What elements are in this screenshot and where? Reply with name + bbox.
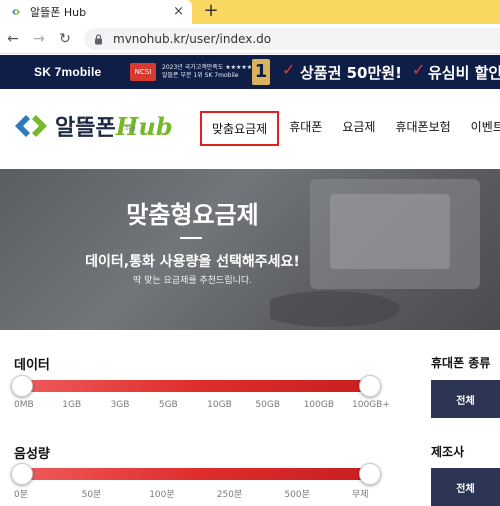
slider-tick-label: 100분	[149, 490, 175, 500]
menu-item-custom-plan[interactable]: 맞춤요금제	[200, 111, 280, 146]
back-icon[interactable]: ←	[4, 30, 22, 48]
slider-tick-label: 250분	[216, 490, 243, 500]
data-slider-max-handle[interactable]	[359, 375, 381, 397]
hero-subtitle: 데이터,통화 사용량을 선택해주세요!	[85, 254, 300, 270]
promo-small-line: 알뜰폰 부분 1위 SK 7mobile	[162, 72, 239, 79]
browser-tab-active[interactable]: 알뜰폰 Hub ×	[0, 0, 192, 24]
browser-toolbar: ← → ↻ mvnohub.kr/user/index.do	[0, 24, 500, 54]
voice-slider-max-handle[interactable]	[359, 463, 381, 485]
site-header: 알뜰폰 Hub 허브 맞춤요금제 휴대폰 요금제 휴대폰보험 이벤트	[0, 89, 500, 169]
data-slider-min-handle[interactable]	[11, 375, 33, 397]
filter-section: 데이터 0MB 1GB 3GB 5GB 10GB 50GB 100GB 100GB+ 음성량 …	[0, 330, 500, 506]
reload-icon[interactable]: ↻	[56, 30, 74, 48]
menu-item-phones[interactable]: 휴대폰	[279, 111, 332, 146]
promo-banner[interactable]: SK 7mobile NCSI 2023년 국가고객만족도 ★★★★★ 알뜰폰 …	[0, 55, 500, 89]
menu-item-events[interactable]: 이벤트	[461, 111, 500, 146]
promo-text-usim: 유심비 할인	[428, 64, 500, 82]
slider-tick-label: 50GB	[255, 400, 281, 410]
phone-type-title: 휴대폰 종류	[431, 356, 491, 370]
slider-tick-label: 5GB	[158, 400, 178, 410]
promo-small-text: 2023년 국가고객만족도 ★★★★★ 알뜰폰 부분 1위 SK 7mobile	[162, 64, 252, 80]
data-filter-title: 데이터	[14, 358, 50, 373]
slider-tick-label: 0분	[14, 490, 29, 500]
url-text: mvnohub.kr/user/index.do	[113, 32, 272, 46]
slider-tick-label: 100GB	[303, 400, 335, 410]
lock-icon	[95, 33, 102, 44]
slider-tick-label: 3GB	[110, 400, 130, 410]
slider-tick-label: 50분	[81, 490, 102, 500]
site-logo[interactable]: 알뜰폰 Hub	[13, 108, 173, 144]
slider-tick-label: 1GB	[62, 400, 82, 410]
hero-banner: 맞춤형요금제 데이터,통화 사용량을 선택해주세요! 딱 맞는 요금제를 추천드…	[0, 169, 500, 330]
slider-tick-label: 100GB+	[352, 400, 390, 410]
tab-title: 알뜰폰 Hub	[30, 6, 87, 19]
maker-title: 제조사	[431, 445, 465, 459]
logo-mark-icon	[15, 115, 47, 137]
phone-type-all-button[interactable]: 전체	[431, 380, 500, 418]
slider-tick-label: 0MB	[14, 400, 34, 410]
logo-subtext: 허브	[125, 126, 137, 133]
address-bar[interactable]: mvnohub.kr/user/index.do	[84, 28, 500, 50]
slider-tick-label: 500분	[284, 490, 310, 500]
promo-small-line: 2023년 국가고객만족도 ★★★★★	[162, 64, 253, 71]
forward-icon[interactable]: →	[30, 30, 48, 48]
logo-text: 알뜰폰	[55, 116, 116, 141]
check-icon: ✓	[412, 60, 426, 79]
site-favicon-icon	[12, 9, 20, 15]
hero-note: 딱 맞는 요금제를 추천드립니다.	[132, 276, 253, 286]
voice-slider-min-handle[interactable]	[11, 463, 33, 485]
slider-tick-label: 무제	[352, 490, 369, 500]
browser-tab-strip: 알뜰폰 Hub × +	[0, 0, 500, 24]
maker-all-button[interactable]: 전체	[431, 468, 500, 506]
hero-title: 맞춤형요금제	[126, 201, 259, 229]
promo-badge: NCSI	[130, 63, 156, 81]
data-slider-track[interactable]	[22, 380, 370, 392]
new-tab-button[interactable]: +	[200, 0, 222, 24]
check-icon: ✓	[282, 60, 296, 79]
hero-background-photo	[270, 179, 480, 327]
slider-tick-label: 10GB	[207, 400, 232, 410]
promo-text-giftcard: 상품권 50만원!	[300, 64, 402, 82]
menu-item-plans[interactable]: 요금제	[332, 111, 385, 146]
menu-item-insurance[interactable]: 휴대폰보험	[385, 111, 460, 146]
close-tab-icon[interactable]: ×	[173, 4, 184, 19]
main-menu: 맞춤요금제 휴대폰 요금제 휴대폰보험 이벤트	[200, 111, 500, 146]
voice-filter-title: 음성량	[14, 447, 50, 462]
promo-brand: SK 7mobile	[34, 65, 102, 79]
hero-divider	[180, 237, 202, 239]
promo-rank-badge: 1	[252, 59, 270, 85]
voice-slider-track[interactable]	[22, 468, 370, 480]
